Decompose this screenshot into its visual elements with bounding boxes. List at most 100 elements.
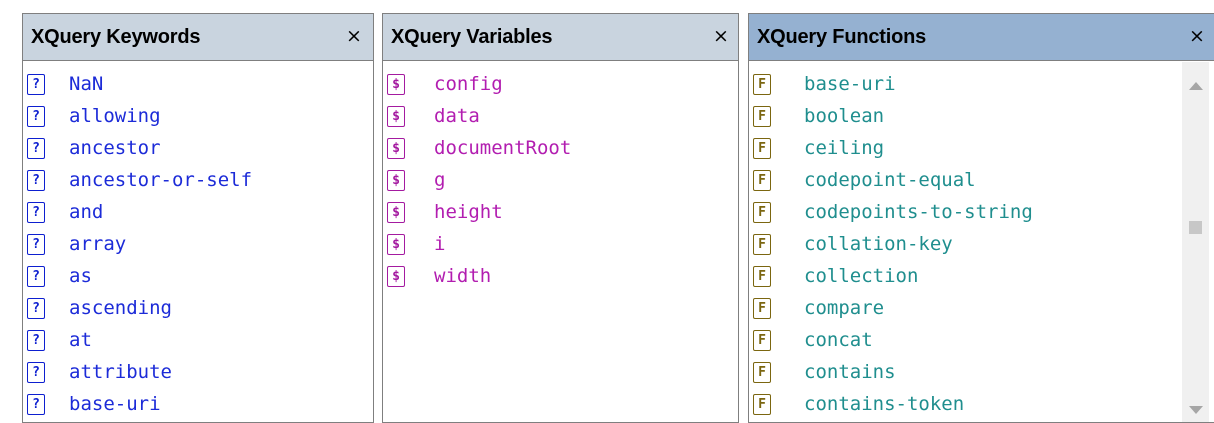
function-icon: F — [753, 361, 771, 383]
list-item[interactable]: Fcodepoints-to-string — [749, 196, 1214, 228]
variable-icon: $ — [387, 265, 405, 287]
item-label: g — [434, 169, 446, 191]
item-label: ancestor — [69, 137, 161, 159]
item-label: allowing — [69, 105, 161, 127]
function-icon: F — [753, 393, 771, 415]
keywords-close-icon[interactable]: × — [343, 24, 365, 48]
item-label: base-uri — [804, 73, 896, 95]
item-label: documentRoot — [434, 137, 572, 159]
item-label: data — [434, 105, 480, 127]
function-icon: F — [753, 137, 771, 159]
keyword-icon: ? — [27, 393, 45, 415]
list-item[interactable]: ? ascending — [23, 292, 373, 324]
keyword-icon: ? — [27, 201, 45, 223]
item-label: contains — [804, 361, 896, 383]
list-item[interactable]: Fbase-uri — [749, 68, 1214, 100]
scroll-up-icon[interactable] — [1182, 74, 1209, 98]
keyword-icon: ? — [27, 265, 45, 287]
keyword-icon: ? — [27, 169, 45, 191]
item-label: attribute — [69, 361, 172, 383]
keyword-icon: ? — [27, 297, 45, 319]
variable-icon: $ — [387, 169, 405, 191]
item-label: NaN — [69, 73, 104, 95]
list-item[interactable]: $ i — [383, 228, 738, 260]
item-label: codepoints-to-string — [804, 201, 1033, 223]
item-label: compare — [804, 297, 885, 319]
variable-icon: $ — [387, 137, 405, 159]
item-label: height — [434, 201, 503, 223]
xquery-variables-panel: XQuery Variables × $ config $ data $ document… — [382, 13, 739, 423]
list-item[interactable]: ? at — [23, 324, 373, 356]
functions-scrollbar[interactable] — [1182, 62, 1209, 422]
variable-icon: $ — [387, 73, 405, 95]
scroll-thumb[interactable] — [1189, 221, 1202, 234]
functions-close-icon[interactable]: × — [1186, 24, 1208, 48]
function-icon: F — [753, 169, 771, 191]
list-item[interactable]: $ g — [383, 164, 738, 196]
variable-icon: $ — [387, 201, 405, 223]
list-item[interactable]: $ width — [383, 260, 738, 292]
xquery-keywords-panel: XQuery Keywords × ? NaN? allowing? ancestor… — [22, 13, 374, 423]
item-label: base-uri — [69, 393, 161, 415]
item-label: contains-token — [804, 393, 965, 415]
function-icon: F — [753, 297, 771, 319]
list-item[interactable]: ? and — [23, 196, 373, 228]
function-icon: F — [753, 329, 771, 351]
list-item[interactable]: Fcodepoint-equal — [749, 164, 1214, 196]
keyword-icon: ? — [27, 105, 45, 127]
list-item[interactable]: $ data — [383, 100, 738, 132]
item-label: boolean — [804, 105, 885, 127]
list-item[interactable]: $ documentRoot — [383, 132, 738, 164]
function-icon: F — [753, 201, 771, 223]
variable-icon: $ — [387, 105, 405, 127]
list-item[interactable]: ? as — [23, 260, 373, 292]
list-item[interactable]: ? ancestor — [23, 132, 373, 164]
list-item[interactable]: Fceiling — [749, 132, 1214, 164]
item-label: concat — [804, 329, 873, 351]
list-item[interactable]: ? ancestor-or-self — [23, 164, 373, 196]
list-item[interactable]: ? allowing — [23, 100, 373, 132]
keywords-list: ? NaN? allowing? ancestor? ancestor-or-self?… — [23, 61, 373, 420]
function-icon: F — [753, 73, 771, 95]
list-item[interactable]: Fcollection — [749, 260, 1214, 292]
keyword-icon: ? — [27, 73, 45, 95]
item-label: codepoint-equal — [804, 169, 976, 191]
variables-close-icon[interactable]: × — [710, 24, 732, 48]
function-icon: F — [753, 105, 771, 127]
list-item[interactable]: ? NaN — [23, 68, 373, 100]
keyword-icon: ? — [27, 361, 45, 383]
item-label: width — [434, 265, 492, 287]
keyword-icon: ? — [27, 233, 45, 255]
list-item[interactable]: ? array — [23, 228, 373, 260]
scroll-down-icon[interactable] — [1182, 398, 1209, 422]
list-item[interactable]: $ config — [383, 68, 738, 100]
list-item[interactable]: Fcontains-token — [749, 388, 1214, 420]
item-label: ancestor-or-self — [69, 169, 253, 191]
item-label: ceiling — [804, 137, 885, 159]
list-item[interactable]: Fcompare — [749, 292, 1214, 324]
keyword-icon: ? — [27, 329, 45, 351]
item-label: at — [69, 329, 92, 351]
item-label: ascending — [69, 297, 172, 319]
item-label: as — [69, 265, 92, 287]
list-item[interactable]: $ height — [383, 196, 738, 228]
xquery-functions-panel: XQuery Functions × Fbase-uri Fboolean Fcei… — [748, 13, 1214, 423]
functions-list: Fbase-uri Fboolean Fceiling Fcodepoint-equa… — [749, 61, 1214, 420]
variables-list: $ config $ data $ documentRoot $ g $ height $ i $ wid… — [383, 61, 738, 292]
list-item[interactable]: Fboolean — [749, 100, 1214, 132]
variables-panel-header: XQuery Variables × — [383, 14, 738, 61]
list-item[interactable]: Fcollation-key — [749, 228, 1214, 260]
item-label: and — [69, 201, 104, 223]
list-item[interactable]: ? base-uri — [23, 388, 373, 420]
keyword-icon: ? — [27, 137, 45, 159]
function-icon: F — [753, 265, 771, 287]
functions-panel-header: XQuery Functions × — [749, 14, 1214, 61]
list-item[interactable]: ? attribute — [23, 356, 373, 388]
item-label: array — [69, 233, 127, 255]
function-icon: F — [753, 233, 771, 255]
list-item[interactable]: Fcontains — [749, 356, 1214, 388]
keywords-panel-title: XQuery Keywords — [31, 25, 201, 48]
item-label: collation-key — [804, 233, 953, 255]
variable-icon: $ — [387, 233, 405, 255]
list-item[interactable]: Fconcat — [749, 324, 1214, 356]
